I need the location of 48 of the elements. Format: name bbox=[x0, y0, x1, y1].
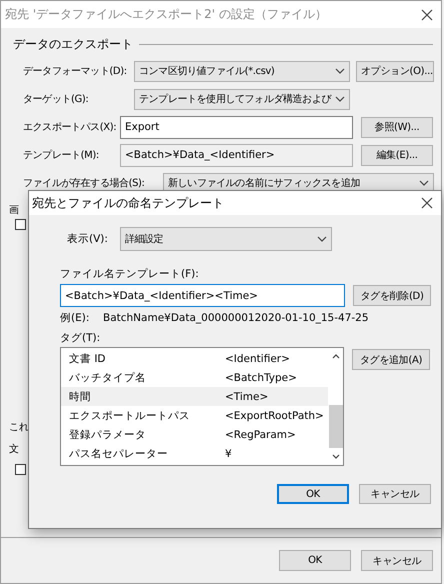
label: 文 bbox=[9, 442, 20, 457]
button[interactable]: 編集(E)... bbox=[361, 144, 433, 166]
checkbox[interactable] bbox=[15, 219, 26, 230]
button[interactable]: タグを追加(A) bbox=[352, 349, 430, 370]
button[interactable]: 参照(W)... bbox=[361, 116, 433, 138]
field-label: エクスポートパス(X): bbox=[23, 121, 118, 134]
example-text: BatchName¥Data_000000012020-01-10_15-47-25 bbox=[103, 312, 369, 324]
list-row[interactable]: 文書 ID <Identifier> bbox=[61, 349, 328, 368]
window-title: 宛先 'データファイルへエクスポート2' の設定（ファイル） bbox=[5, 6, 327, 23]
field-label: ファイルが存在する場合(S): bbox=[23, 177, 146, 190]
checkbox[interactable] bbox=[15, 464, 26, 475]
field-label: ファイル名テンプレート(F): bbox=[60, 267, 199, 281]
label: これ bbox=[9, 421, 29, 435]
close-icon[interactable] bbox=[421, 8, 433, 20]
text-field[interactable]: <Batch>¥Data_<Identifier><Time> bbox=[60, 284, 345, 307]
dropdown[interactable]: 詳細設定 bbox=[120, 227, 332, 251]
button[interactable]: キャンセル bbox=[361, 550, 433, 571]
button[interactable]: OK bbox=[277, 484, 349, 504]
dropdown[interactable]: テンプレートを使用してフォルダ構造および bbox=[134, 88, 350, 110]
scroll-down-icon bbox=[332, 454, 340, 459]
list-row[interactable]: 時間 <Time> bbox=[61, 387, 328, 406]
button[interactable]: OK bbox=[279, 550, 351, 571]
list-row[interactable]: 登録パラメータ <RegParam> bbox=[61, 425, 328, 444]
dropdown[interactable]: コンマ区切り値ファイル(*.csv) bbox=[134, 60, 350, 82]
scroll-thumb[interactable] bbox=[329, 405, 343, 448]
field-label: データフォーマット(D): bbox=[23, 65, 128, 78]
chevron-icon bbox=[419, 180, 429, 186]
field-label: 表示(V): bbox=[67, 232, 108, 246]
tag-list[interactable]: 文書 ID <Identifier> バッチタイプ名 <BatchType> 時間 <Time> エクスポートルートパス <ExportRootPath> 登録パラメータ <RegParam> パス名セパレーター ¥ bbox=[60, 347, 344, 466]
list-row[interactable]: パス名セパレーター ¥ bbox=[61, 444, 328, 463]
button[interactable]: キャンセル bbox=[359, 484, 431, 504]
chevron-icon bbox=[335, 96, 345, 102]
list-row[interactable]: バッチタイプ名 <BatchType> bbox=[61, 368, 328, 387]
text-field[interactable]: Export bbox=[120, 116, 353, 138]
label: 画 bbox=[9, 204, 20, 218]
chevron-icon bbox=[316, 236, 327, 242]
list-row[interactable]: エクスポートルートパス <ExportRootPath> bbox=[61, 406, 328, 425]
field-label: テンプレート(M): bbox=[23, 148, 100, 162]
dialog-title: 宛先とファイルの命名テンプレート bbox=[32, 194, 224, 212]
field-label: タグ(T): bbox=[60, 331, 100, 345]
section-title: データのエクスポート bbox=[13, 36, 133, 53]
close-icon[interactable] bbox=[421, 197, 433, 209]
scroll-up-icon bbox=[332, 354, 340, 359]
chevron-icon bbox=[335, 68, 345, 74]
button[interactable]: タグを削除(D) bbox=[353, 285, 431, 306]
field-label: 例(E): bbox=[60, 311, 90, 325]
field-label: ターゲット(G): bbox=[23, 93, 90, 106]
button[interactable]: オプション(O)... bbox=[356, 60, 434, 82]
